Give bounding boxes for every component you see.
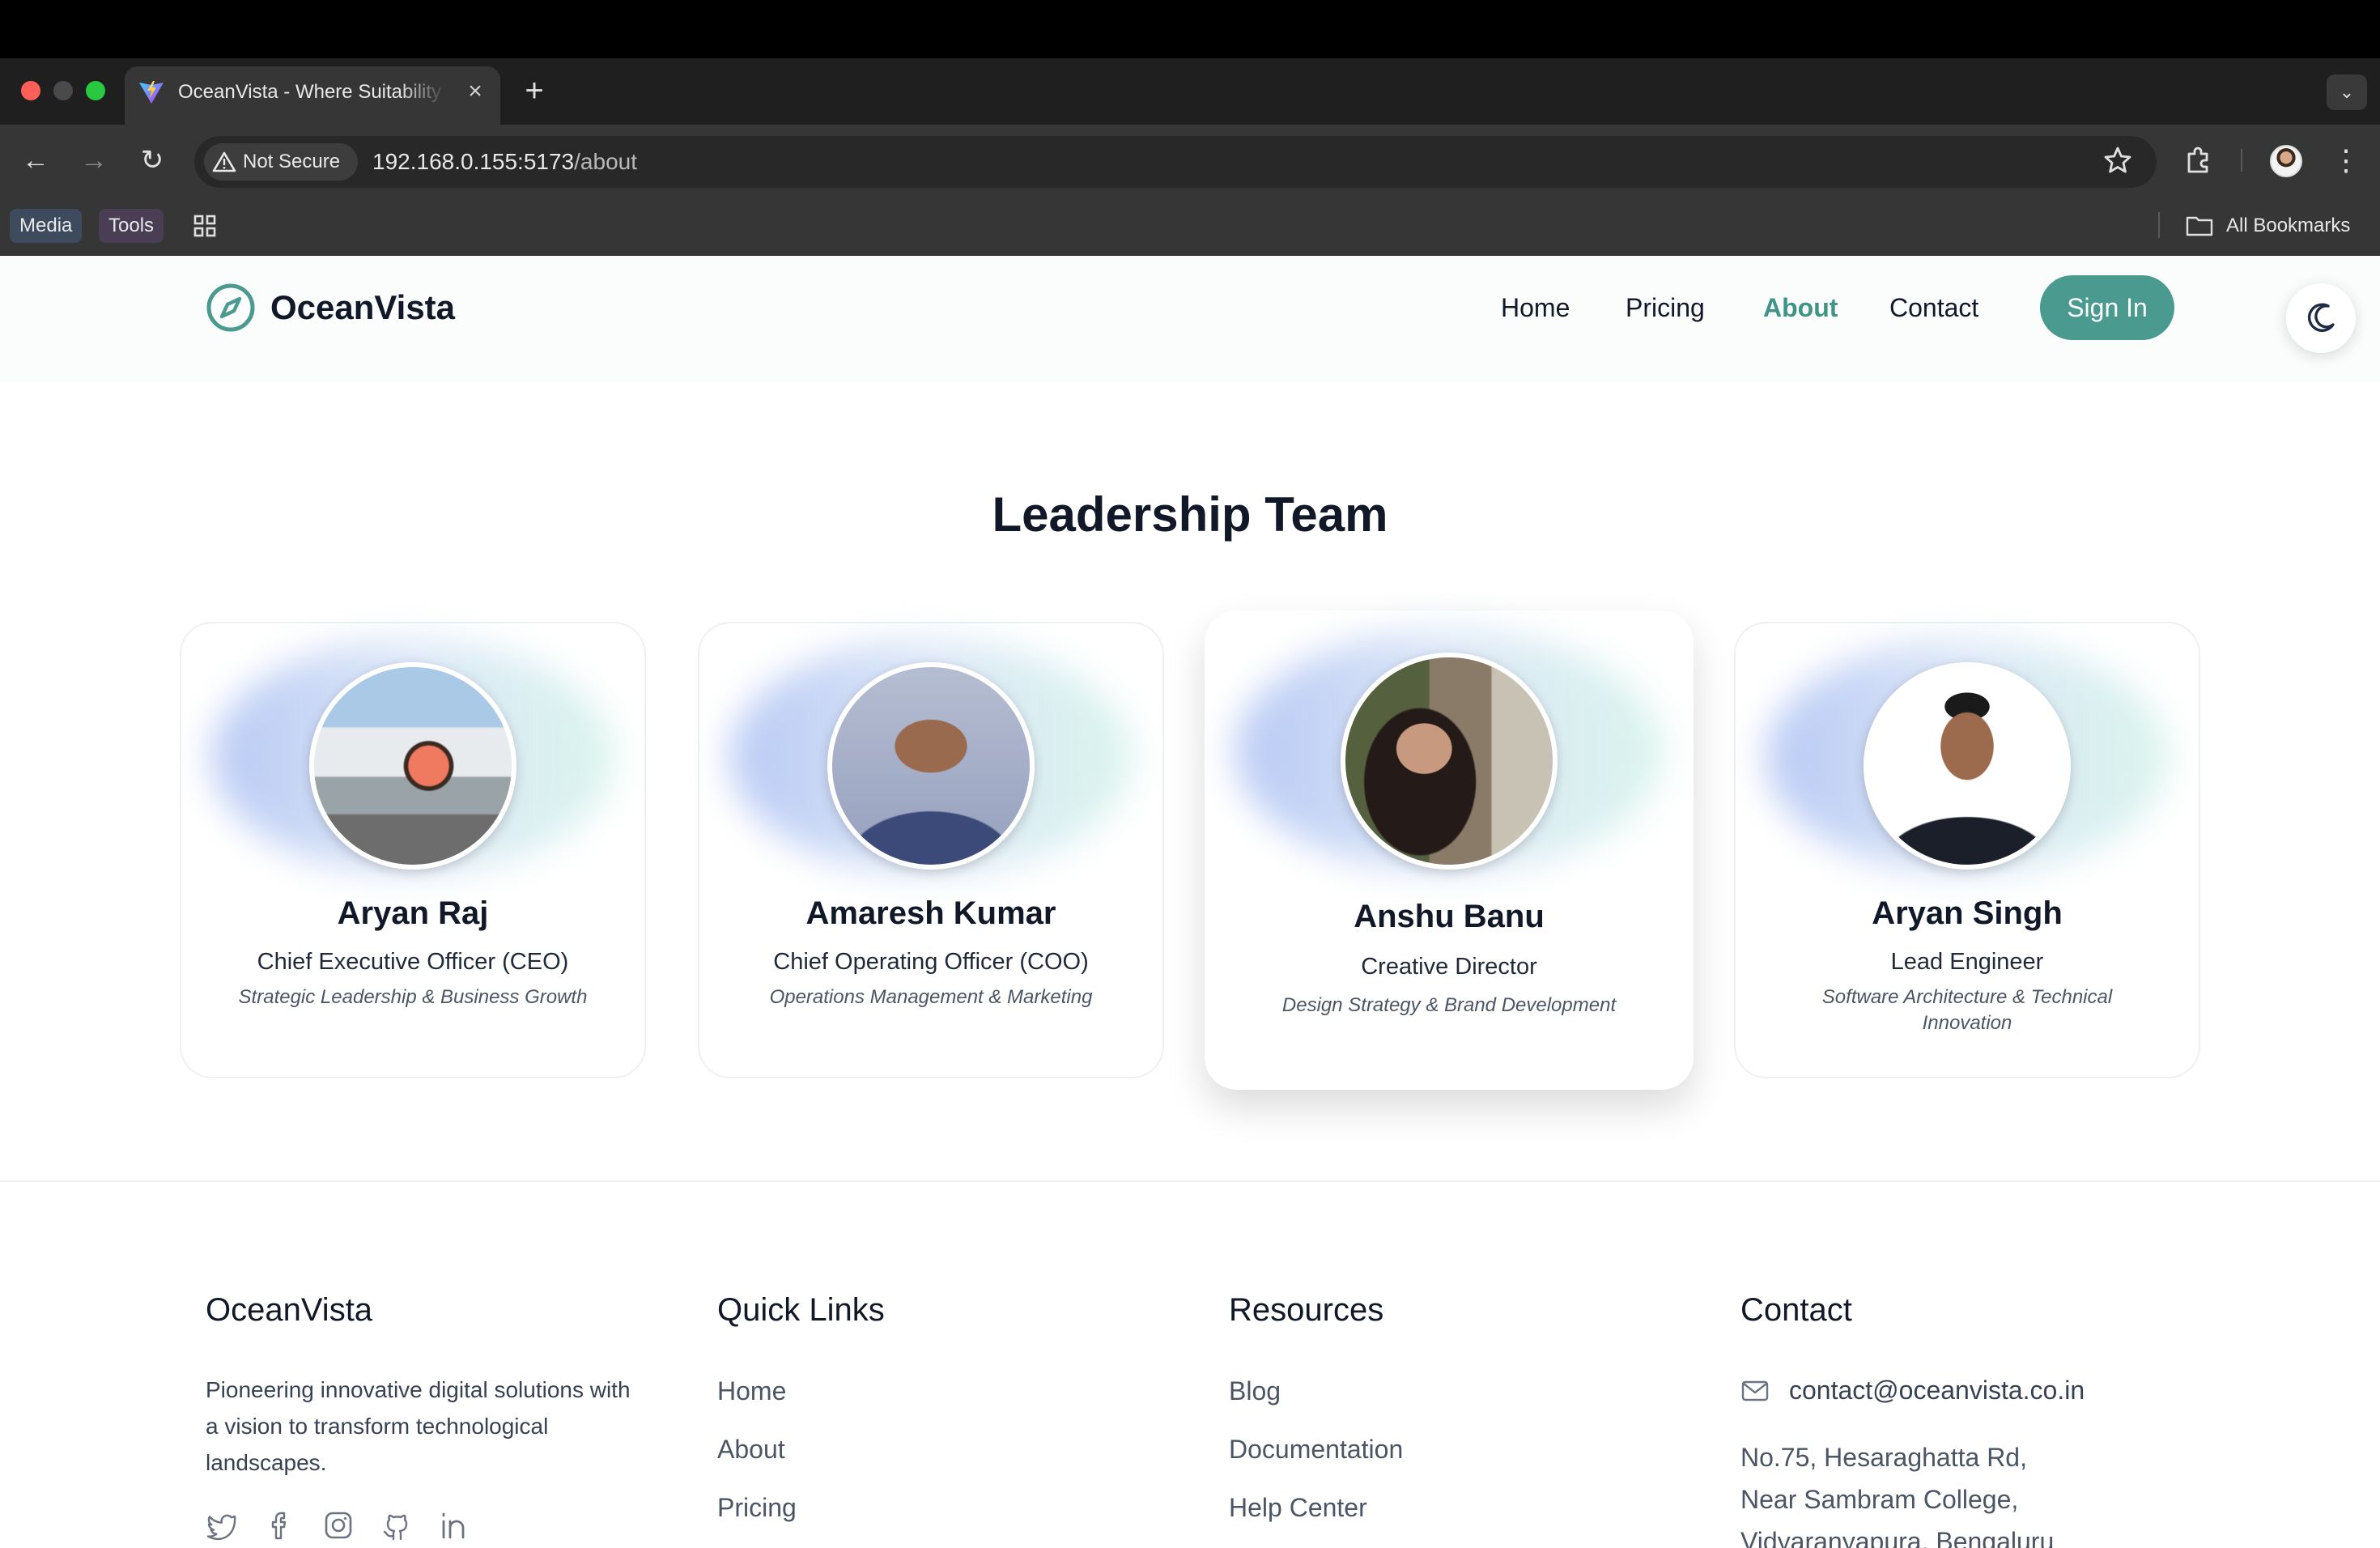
section-title: Leadership Team <box>992 487 1388 542</box>
close-tab-icon[interactable]: × <box>463 79 487 104</box>
toolbar-separator <box>2241 149 2242 172</box>
moon-icon <box>2307 303 2335 332</box>
contact-email[interactable]: contact@oceanvista.co.in <box>1789 1372 2085 1409</box>
security-label: Not Secure <box>243 151 341 172</box>
macos-menubar <box>0 0 2380 58</box>
security-chip[interactable]: Not Secure <box>204 143 358 181</box>
brand-logo[interactable]: OceanVista <box>270 283 455 332</box>
member-name: Aryan Raj <box>337 895 489 931</box>
member-focus: Operations Management & Marketing <box>769 986 1093 1008</box>
member-role: Lead Engineer <box>1890 949 2044 975</box>
member-name: Aryan Singh <box>1872 895 2063 931</box>
member-photo <box>309 662 516 870</box>
footer-link-blog[interactable]: Blog <box>1229 1373 1281 1409</box>
footer-link-documentation[interactable]: Documentation <box>1229 1431 1403 1467</box>
back-arrow-icon[interactable]: ← <box>19 144 52 176</box>
reload-icon[interactable]: ↻ <box>136 144 168 176</box>
contact-address: No.75, Hesaraghatta Rd, Near Sambram Col… <box>1740 1436 2054 1548</box>
footer-link-about[interactable]: About <box>717 1431 785 1467</box>
resources-heading: Resources <box>1229 1292 1384 1328</box>
member-role: Chief Operating Officer (COO) <box>773 949 1089 975</box>
compass-logo-icon[interactable] <box>206 283 256 333</box>
nav-pricing[interactable]: Pricing <box>1626 287 1705 329</box>
sign-in-button[interactable]: Sign In <box>2040 275 2174 340</box>
nav-about[interactable]: About <box>1763 287 1838 329</box>
url-host: 192.168.0.155:5173 <box>372 149 575 174</box>
instagram-icon[interactable] <box>322 1509 355 1542</box>
all-bookmarks-label: All Bookmarks <box>2226 215 2351 236</box>
maximize-window-button[interactable] <box>86 81 105 100</box>
member-focus: Software Architecture & Technical Innova… <box>1821 986 2113 1034</box>
member-photo <box>1864 662 2071 870</box>
footer-brand: OceanVista <box>206 1292 373 1328</box>
close-window-button[interactable] <box>21 81 40 100</box>
bookmark-tools[interactable]: Tools <box>99 209 164 243</box>
bookmarks-bar <box>0 198 2380 256</box>
bookmarks-separator <box>2158 212 2160 238</box>
nav-contact[interactable]: Contact <box>1889 287 1978 329</box>
bookmark-media[interactable]: Media <box>10 209 83 243</box>
url-path: /about <box>574 149 637 174</box>
browser-menu-icon[interactable]: ⋮ <box>2331 144 2361 176</box>
new-tab-button[interactable]: + <box>521 74 547 107</box>
tab-title: OceanVista - Where Suitability Meets Vis… <box>178 81 447 103</box>
contact-heading: Contact <box>1740 1292 1852 1328</box>
address-line: Near Sambram College, <box>1740 1485 2019 1514</box>
member-role: Creative Director <box>1361 954 1537 980</box>
member-name: Amaresh Kumar <box>805 895 1056 931</box>
address-line: Vidyaranyapura, Bengaluru <box>1740 1527 2055 1548</box>
vite-favicon-icon <box>139 81 164 104</box>
member-focus: Strategic Leadership & Business Growth <box>238 986 588 1008</box>
member-name: Anshu Banu <box>1354 899 1545 934</box>
facebook-icon[interactable] <box>264 1509 296 1542</box>
apps-grid-icon[interactable] <box>193 214 217 238</box>
mail-icon <box>1741 1380 1769 1401</box>
twitter-icon[interactable] <box>206 1509 238 1542</box>
folder-icon <box>2186 216 2213 236</box>
footer-link-pricing[interactable]: Pricing <box>717 1490 797 1525</box>
section-divider <box>0 1180 2380 1182</box>
footer-about-text: Pioneering innovative digital solutions … <box>206 1377 631 1475</box>
member-role: Chief Executive Officer (CEO) <box>257 949 569 975</box>
url-text[interactable]: 192.168.0.155:5173/about <box>372 147 637 176</box>
github-icon[interactable] <box>380 1509 413 1542</box>
warning-triangle-icon <box>212 151 236 172</box>
tab-search-chevron-icon[interactable]: ⌄ <box>2327 74 2367 110</box>
linkedin-icon[interactable] <box>439 1509 471 1542</box>
footer-link-home[interactable]: Home <box>717 1373 786 1409</box>
address-line: No.75, Hesaraghatta Rd, <box>1740 1443 2027 1472</box>
quick-links-heading: Quick Links <box>717 1292 885 1328</box>
bookmark-star-icon[interactable] <box>2102 144 2134 176</box>
nav-home[interactable]: Home <box>1501 287 1570 329</box>
forward-arrow-icon[interactable]: → <box>78 144 110 176</box>
theme-toggle-button[interactable] <box>2286 283 2356 353</box>
extensions-puzzle-icon[interactable] <box>2182 144 2215 176</box>
member-focus: Design Strategy & Brand Development <box>1281 994 1617 1016</box>
member-photo <box>1341 653 1558 870</box>
all-bookmarks-button[interactable]: All Bookmarks <box>2186 209 2350 243</box>
profile-avatar[interactable] <box>2270 145 2302 177</box>
member-photo <box>827 662 1035 870</box>
minimize-window-button[interactable] <box>53 81 73 100</box>
footer-link-help-center[interactable]: Help Center <box>1229 1490 1367 1525</box>
